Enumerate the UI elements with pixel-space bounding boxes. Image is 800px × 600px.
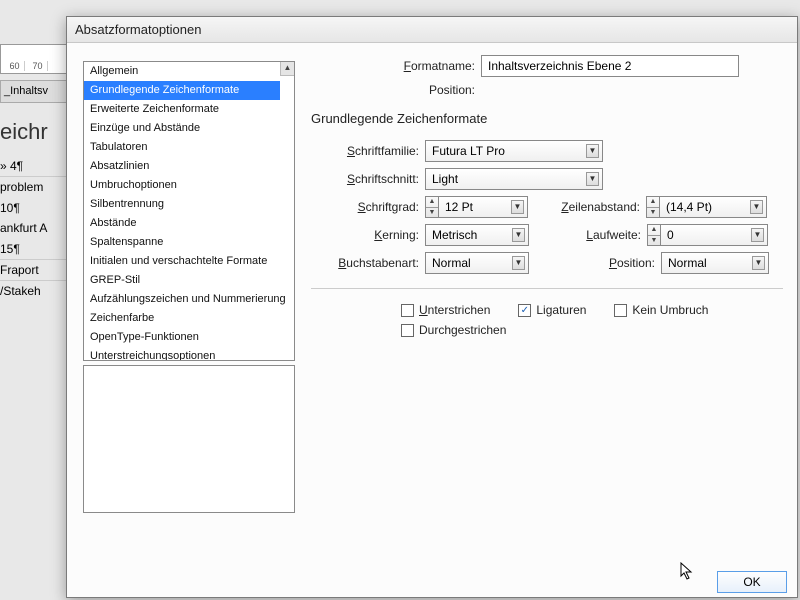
kein-umbruch-checkbox[interactable]: Kein Umbruch <box>614 303 708 317</box>
dialog-title: Absatzformatoptionen <box>75 22 201 37</box>
checkbox-checked-icon: ✓ <box>518 304 531 317</box>
schriftgrad-stepper[interactable]: ▲▼ <box>425 196 439 218</box>
chevron-down-icon[interactable]: ▼ <box>512 228 525 242</box>
sidebar-item-absatzlinien[interactable]: Absatzlinien <box>84 157 280 176</box>
checkbox-icon <box>614 304 627 317</box>
sidebar-item-opentype[interactable]: OpenType-Funktionen <box>84 328 280 347</box>
schriftschnitt-label: Schriftschnitt: <box>311 172 425 186</box>
ruler: 6070 <box>0 44 75 74</box>
position2-label: Position: <box>529 256 661 270</box>
chevron-down-icon[interactable]: ▼ <box>512 256 525 270</box>
chevron-down-icon[interactable]: ▼ <box>750 200 763 214</box>
buchstabenart-label: Buchstabenart: <box>311 256 425 270</box>
position-label: Position: <box>311 83 481 97</box>
chevron-down-icon[interactable]: ▼ <box>586 172 599 186</box>
chevron-down-icon[interactable]: ▼ <box>511 200 524 214</box>
sidebar-item-umbruchoptionen[interactable]: Umbruchoptionen <box>84 176 280 195</box>
position2-combo[interactable]: Normal ▼ <box>661 252 769 274</box>
formatname-label: Formatname: <box>311 59 481 73</box>
kerning-label: Kerning: <box>311 228 425 242</box>
dialog-title-bar: Absatzformatoptionen <box>67 17 797 43</box>
durchgestrichen-checkbox[interactable]: Durchgestrichen <box>401 323 506 337</box>
sidebar-item-grep-stil[interactable]: GREP-Stil <box>84 271 280 290</box>
sidebar-item-spaltenspanne[interactable]: Spaltenspanne <box>84 233 280 252</box>
ligaturen-checkbox[interactable]: ✓ Ligaturen <box>518 303 586 317</box>
sidebar-item-grundlegende-zeichenformate[interactable]: Grundlegende Zeichenformate <box>84 81 280 100</box>
scroll-up-icon[interactable]: ▲ <box>280 62 294 76</box>
schriftfamilie-combo[interactable]: Futura LT Pro ▼ <box>425 140 603 162</box>
zeilenabstand-combo[interactable]: (14,4 Pt) ▼ <box>659 196 767 218</box>
sidebar-item-aufzaehlung[interactable]: Aufzählungszeichen und Nummerierung <box>84 290 280 309</box>
unterstrichen-checkbox[interactable]: Unterstrichen <box>401 303 490 317</box>
schriftfamilie-label: Schriftfamilie: <box>311 144 425 158</box>
chevron-down-icon[interactable]: ▼ <box>586 144 599 158</box>
sidebar-item-zeichenfarbe[interactable]: Zeichenfarbe <box>84 309 280 328</box>
laufweite-stepper[interactable]: ▲▼ <box>647 224 661 246</box>
schriftgrad-label: Schriftgrad: <box>311 200 425 214</box>
preview-textarea[interactable] <box>83 365 295 513</box>
zeilenabstand-stepper[interactable]: ▲▼ <box>646 196 660 218</box>
category-sidebar: ▲ Allgemein Grundlegende Zeichenformate … <box>83 61 295 513</box>
buchstabenart-combo[interactable]: Normal ▼ <box>425 252 529 274</box>
section-heading: Grundlegende Zeichenformate <box>311 111 783 126</box>
ok-button[interactable]: OK <box>717 571 787 593</box>
sidebar-item-einzuege[interactable]: Einzüge und Abstände <box>84 119 280 138</box>
laufweite-label: Laufweite: <box>529 228 647 242</box>
sidebar-item-tabulatoren[interactable]: Tabulatoren <box>84 138 280 157</box>
sidebar-item-allgemein[interactable]: Allgemein <box>84 62 280 81</box>
laufweite-combo[interactable]: 0 ▼ <box>660 224 768 246</box>
category-listbox[interactable]: ▲ Allgemein Grundlegende Zeichenformate … <box>83 61 295 361</box>
sidebar-item-abstaende[interactable]: Abstände <box>84 214 280 233</box>
paragraph-style-options-dialog: Absatzformatoptionen ▲ Allgemein Grundle… <box>66 16 798 598</box>
sidebar-item-initialen[interactable]: Initialen und verschachtelte Formate <box>84 252 280 271</box>
chevron-down-icon[interactable]: ▼ <box>752 256 765 270</box>
bg-document: _Inhaltsv eichr » 4¶ problem 10¶ ankfurt… <box>0 80 70 302</box>
checkbox-icon <box>401 304 414 317</box>
schriftschnitt-combo[interactable]: Light ▼ <box>425 168 603 190</box>
checkbox-icon <box>401 324 414 337</box>
main-panel: Formatname: Position: Grundlegende Zeich… <box>311 55 783 343</box>
formatname-input[interactable] <box>481 55 739 77</box>
sidebar-item-unterstreichung[interactable]: Unterstreichungsoptionen <box>84 347 280 361</box>
chevron-down-icon[interactable]: ▼ <box>751 228 764 242</box>
kerning-combo[interactable]: Metrisch ▼ <box>425 224 529 246</box>
sidebar-item-erweiterte-zeichenformate[interactable]: Erweiterte Zeichenformate <box>84 100 280 119</box>
zeilenabstand-label: Zeilenabstand: <box>528 200 646 214</box>
sidebar-item-silbentrennung[interactable]: Silbentrennung <box>84 195 280 214</box>
schriftgrad-combo[interactable]: 12 Pt ▼ <box>438 196 528 218</box>
separator <box>311 288 783 289</box>
